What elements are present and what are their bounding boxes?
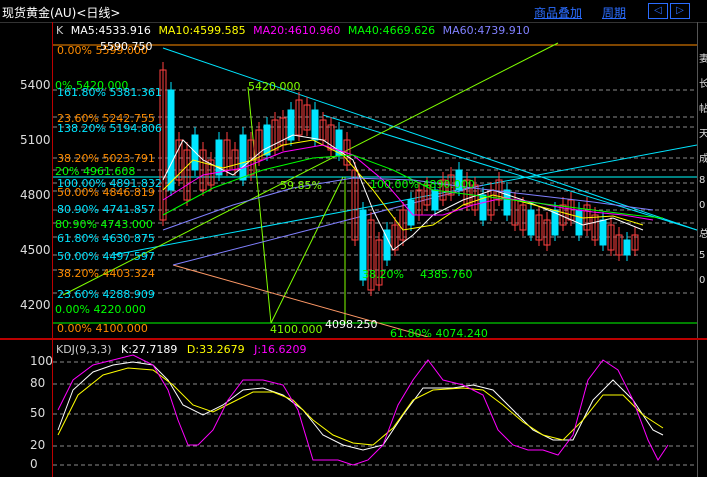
overlay-button[interactable]: 商品叠加 [534,4,582,21]
side-label: 帖 [699,104,707,115]
candle-body [215,139,223,176]
price-tick: 5100 [20,133,51,147]
kdj-tick: 80 [30,376,46,390]
fib-label: 138.20% 5194.806 [57,122,162,135]
kdj-tick: 0 [30,457,38,471]
fib-label: 100.00% 4890.000 [370,178,475,191]
candle-body [263,124,271,156]
price-tick: 4500 [20,243,51,257]
fib-label: 50.00% 4497.597 [57,250,155,263]
ma10-value: MA10:4599.585 [158,24,246,37]
side-label: 长 [699,79,707,90]
price-tick: 5400 [20,78,51,92]
k-label: K [56,24,64,37]
ma-indicator-bar: K MA5:4533.916 MA10:4599.585 MA20:4610.9… [56,24,534,40]
candle-body [527,209,535,236]
nav-left-button[interactable]: ◁ [648,3,668,19]
fib-label: 161.80% 5381.361 [57,86,162,99]
ma20-value: MA20:4610.960 [253,24,341,37]
kdj-tick: 100 [30,354,53,368]
period-button[interactable]: 周期 [602,4,626,21]
nav-right-button[interactable]: ▷ [670,3,690,19]
fib-label: 59.85% [280,179,322,192]
candle-body [311,109,319,141]
kdj-tick: 50 [30,406,46,420]
price-axis: 5400 5100 4800 4500 4200 [0,40,52,338]
fib-label: 61.80% 4630.875 [57,232,155,245]
fib-label: 38.20% 4403.324 [57,267,155,280]
fib-label: 50.00% 4846.819 [57,186,155,199]
fib-label: 80.90% 4743.000 [55,218,153,231]
ma40-value: MA40:4669.626 [347,24,436,37]
kdj-tick: 20 [30,438,46,452]
candle-body [431,189,439,211]
ma60-value: MA60:4739.910 [442,24,530,37]
fib-label: 5420.000 [248,80,301,93]
candle-body [239,134,247,181]
candle-body [623,239,631,256]
fib-label: 4385.760 [420,268,473,281]
candle-body [599,219,607,246]
title-bar: 现货黄金(AU)<日线> 商品叠加 周期 ◁ ▷ [0,0,707,23]
price-tick: 4200 [20,298,51,312]
high-price-label: 5590.750 [100,40,153,53]
kdj-d-line [57,367,664,446]
fib-label: 38.20% [362,268,404,281]
fib-label: 4100.000 [270,323,323,336]
fib-label: 38.20% 5023.791 [57,152,155,165]
kdj-chart[interactable] [53,350,697,475]
kdj-j-line [57,354,669,466]
side-label: 成 [699,154,707,165]
side-label: 5 [699,250,706,261]
kdj-axis: 100 80 50 20 0 [0,340,53,477]
side-label: 0 [699,200,706,211]
ma5-value: MA5:4533.916 [70,24,151,37]
fib-label: 0.00% 4100.000 [57,322,148,335]
fib-label: 61.80% 4074.240 [390,327,488,340]
fib-label: 23.60% 4288.909 [57,288,155,301]
side-label: 0 [699,275,706,286]
side-label: 天 [699,129,707,140]
chart-title: 现货黄金(AU)<日线> [2,6,121,20]
trend-line [270,176,344,324]
fib-label: 0.00% 4220.000 [55,303,146,316]
side-label: 妻 [699,54,707,65]
side-label: 总 [699,229,707,240]
panel-separator [0,338,707,340]
fib-label: 80.90% 4741.857 [57,203,155,216]
price-tick: 4800 [20,188,51,202]
low-price-label: 4098.250 [325,318,378,331]
candle-body [167,89,175,191]
side-label: 8 [699,175,706,186]
